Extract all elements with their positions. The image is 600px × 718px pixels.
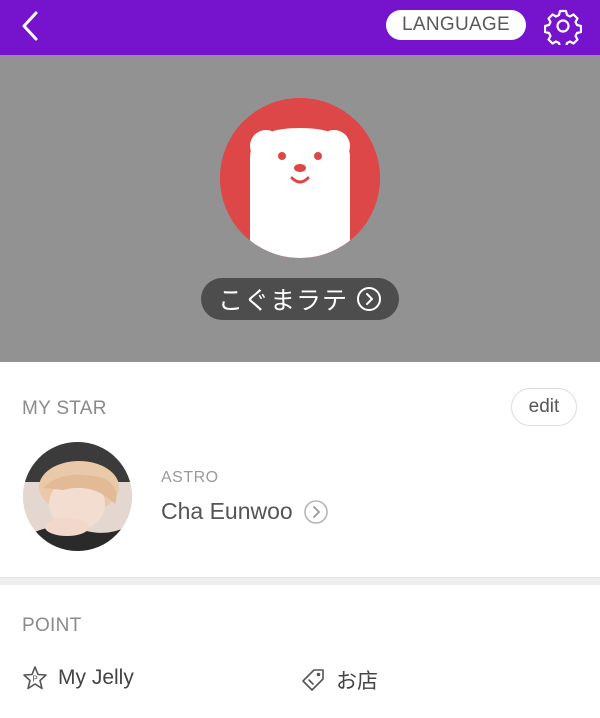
my-jelly-label: My Jelly — [58, 666, 134, 689]
star-link[interactable]: Cha Eunwoo — [161, 498, 329, 525]
shop-item[interactable]: お店 — [300, 665, 378, 695]
star-name: Cha Eunwoo — [161, 498, 293, 524]
my-jelly-item[interactable]: P My Jelly — [22, 665, 134, 691]
my-star-title: MY STAR — [22, 398, 107, 419]
shop-tag-icon — [302, 669, 324, 691]
point-title: POINT — [22, 615, 82, 636]
star-jelly-icon: P — [23, 666, 47, 690]
svg-text:P: P — [32, 675, 37, 684]
profile-header: こぐまラテ — [0, 55, 600, 362]
nickname-button[interactable]: こぐまラテ — [201, 278, 399, 320]
chevron-right-circle-icon — [303, 499, 328, 524]
top-bar: LANGUAGE — [0, 0, 600, 55]
settings-button[interactable] — [543, 7, 583, 49]
edit-button[interactable]: edit — [511, 388, 577, 426]
chevron-right-circle-icon — [357, 287, 381, 311]
point-section: POINT P My Jelly お店 — [0, 585, 600, 718]
star-portrait-image — [23, 442, 132, 551]
section-divider — [0, 577, 600, 585]
polar-bear-icon — [220, 98, 380, 258]
gear-icon — [543, 9, 583, 49]
my-star-section: MY STAR edit ASTRO Cha Eunwoo — [0, 362, 600, 577]
nickname: こぐまラテ — [217, 286, 348, 315]
profile-avatar[interactable] — [220, 98, 380, 258]
star-photo[interactable] — [23, 442, 132, 551]
shop-label: お店 — [336, 670, 378, 693]
language-button[interactable]: LANGUAGE — [386, 10, 526, 40]
back-button[interactable] — [14, 8, 50, 44]
star-group: ASTRO — [161, 469, 219, 486]
chevron-left-icon — [22, 11, 38, 41]
